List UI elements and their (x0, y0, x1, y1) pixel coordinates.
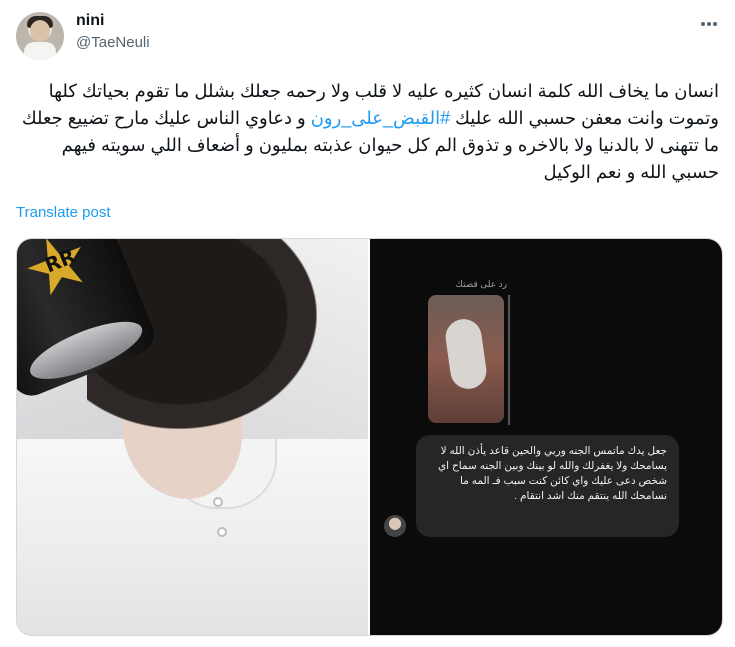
message-bubble: جعل يدك ماتمس الجنه وربي والحين قاعد يأذ… (416, 435, 679, 537)
author-avatar[interactable] (16, 12, 64, 60)
avatar-shirt (24, 42, 56, 60)
more-dot (707, 22, 711, 26)
more-dot (713, 22, 717, 26)
sender-avatar (384, 515, 406, 537)
media-photo-right[interactable]: رد على قصتك جعل يدك ماتمس الجنه وربي وال… (370, 239, 722, 635)
author-name[interactable]: nini (76, 12, 104, 30)
translate-post-link[interactable]: Translate post (16, 204, 111, 221)
reply-bar (508, 295, 510, 425)
hashtag-link[interactable]: #القبض_على_رون (311, 108, 450, 128)
reply-label: رد على قصتك (455, 279, 507, 289)
shirt-button (217, 527, 227, 537)
avatar-face (30, 20, 50, 42)
more-dot (701, 22, 705, 26)
media-grid: RR رد على قصتك جعل يدك ماتمس الجنه وربي … (16, 238, 723, 636)
tweet-text: انسان ما يخاف الله كلمة انسان كثيره عليه… (16, 78, 719, 186)
author-handle[interactable]: @TaeNeuli (76, 34, 150, 51)
more-horizontal-icon[interactable] (697, 12, 721, 36)
shirt-button (213, 497, 223, 507)
story-thumbnail (428, 295, 504, 423)
wrapped-figure-shape (443, 316, 489, 392)
cropped-top-text (370, 239, 722, 251)
media-photo-left[interactable]: RR (17, 239, 368, 635)
